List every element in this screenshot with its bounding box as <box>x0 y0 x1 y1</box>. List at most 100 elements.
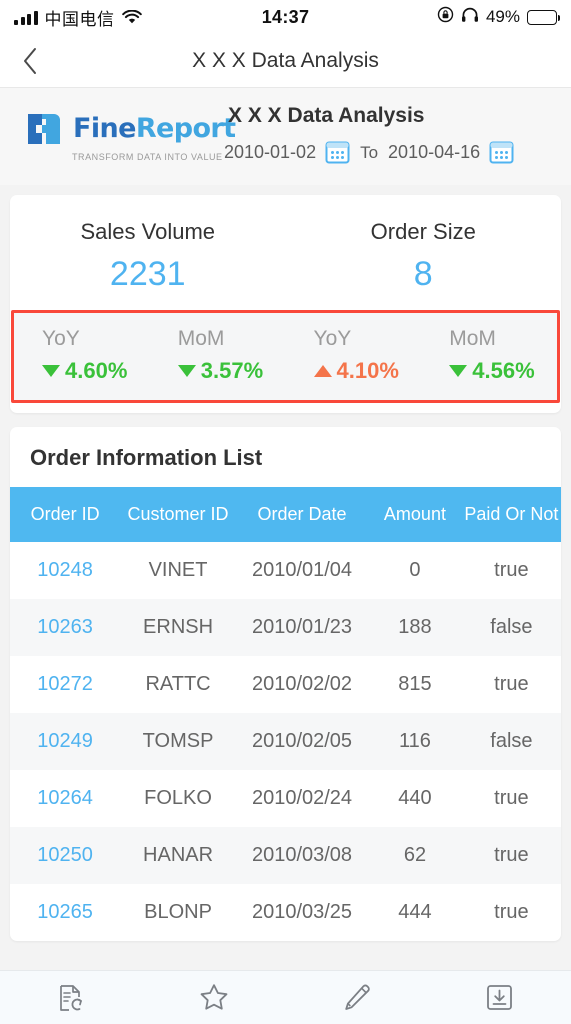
amount-cell: 116 <box>399 730 431 752</box>
order-id-link[interactable]: 10264 <box>10 770 120 827</box>
paid-cell: false <box>490 730 533 752</box>
delta-percent: 3.57% <box>200 358 264 383</box>
table-column-header[interactable]: Customer ID <box>120 487 236 542</box>
delta-label: YoY <box>313 327 352 350</box>
table-row: 10248 VINET 2010/01/04 0 true <box>10 542 561 599</box>
date-range-filter: 2010-01-02 To 2010-04-16 <box>224 140 514 165</box>
delta-percent: 4.10% <box>336 358 399 383</box>
favorite-button[interactable] <box>143 971 286 1024</box>
delta-label: MoM <box>177 327 225 350</box>
amount-cell: 0 <box>409 559 421 581</box>
amount-cell: 815 <box>398 673 432 695</box>
table-row: 10249 TOMSP 2010/02/05 116 false <box>10 713 561 770</box>
delta-cell: MoM 4.56% <box>421 327 557 384</box>
table-header-row: Order ID Customer ID Order Date Amount Paid … <box>10 487 561 542</box>
wifi-icon <box>121 9 142 25</box>
arrow-up-icon <box>313 365 332 377</box>
paid-cell: false <box>490 616 533 638</box>
logo-wordmark: FineReport <box>73 113 236 144</box>
delta-value: 3.57% <box>177 358 286 384</box>
order-date-cell: 2010/02/02 <box>251 673 353 695</box>
paid-cell: true <box>494 844 529 866</box>
customer-id-cell: BLONP <box>144 901 212 923</box>
table-row: 10263 ERNSH 2010/01/23 188 false <box>10 599 561 656</box>
arrow-down-icon <box>42 365 60 377</box>
order-id-link[interactable]: 10265 <box>10 884 120 941</box>
delta-percent: 4.60% <box>65 358 128 383</box>
delta-value: 4.10% <box>313 358 422 384</box>
kpi-value: 2231 <box>109 255 186 293</box>
customer-id-cell: HANAR <box>143 844 214 866</box>
edit-button[interactable] <box>286 971 429 1024</box>
order-id-link[interactable]: 10263 <box>10 599 120 656</box>
order-id-link[interactable]: 10272 <box>10 656 120 713</box>
table-column-header[interactable]: Amount <box>368 487 462 542</box>
kpi-value: 8 <box>413 255 433 293</box>
finereport-logo-icon <box>28 113 60 144</box>
logo-tagline: TRANSFORM DATA INTO VALUE <box>72 151 223 162</box>
logo-word-fine: Fine <box>73 113 136 144</box>
customer-id-cell: ERNSH <box>143 616 214 638</box>
delta-percent: 4.56% <box>472 358 535 383</box>
paid-cell: true <box>494 673 529 695</box>
order-id-link[interactable]: 10249 <box>10 713 120 770</box>
date-from-value[interactable]: 2010-01-02 <box>224 142 316 163</box>
arrow-down-icon <box>177 365 196 377</box>
calendar-icon[interactable] <box>489 140 514 165</box>
date-to-value[interactable]: 2010-04-16 <box>388 142 480 163</box>
table-row: 10265 BLONP 2010/03/25 444 true <box>10 884 561 941</box>
amount-cell: 440 <box>398 787 432 809</box>
customer-id-cell: VINET <box>148 559 208 581</box>
chevron-left-icon <box>23 47 36 74</box>
table-body: 10248 VINET 2010/01/04 0 true 10263 ERNSH 2010/… <box>10 542 561 941</box>
order-id-link[interactable]: 10250 <box>10 827 120 884</box>
delta-cell: YoY 4.10% <box>286 327 422 384</box>
logo-word-report: Report <box>135 113 236 144</box>
kpi-card: Sales Volume Order Size 2231 8 YoY 4.60% MoM… <box>10 195 561 413</box>
page-title: X X X Data Analysis <box>192 48 379 72</box>
table-row: 10250 HANAR 2010/03/08 62 true <box>10 827 561 884</box>
download-icon <box>487 985 513 1010</box>
paid-cell: true <box>494 559 529 581</box>
star-icon <box>200 984 228 1010</box>
customer-id-cell: FOLKO <box>144 787 212 809</box>
battery-percent-label: 49% <box>485 7 520 26</box>
order-id-link[interactable]: 10248 <box>10 542 120 599</box>
customer-id-cell: RATTC <box>145 673 211 695</box>
paid-cell: true <box>494 787 529 809</box>
signal-bars-icon <box>14 10 38 25</box>
bottom-toolbar <box>0 970 571 1024</box>
app-screen: 中国电信 14:37 49% X X X Data Analysis FineR… <box>0 0 571 1024</box>
kpi-label-row: Sales Volume Order Size <box>10 195 561 245</box>
table-column-header[interactable]: Paid Or Not <box>461 487 561 542</box>
status-bar-left: 中国电信 <box>14 5 142 30</box>
table-column-header[interactable]: Order ID <box>10 487 121 542</box>
carrier-label: 中国电信 <box>44 9 115 30</box>
amount-cell: 444 <box>398 901 432 923</box>
order-table-title: Order Information List <box>30 445 263 470</box>
delta-value: 4.56% <box>449 358 557 384</box>
kpi-label: Sales Volume <box>80 219 216 244</box>
pencil-icon <box>345 984 371 1010</box>
report-header: FineReport TRANSFORM DATA INTO VALUE X X… <box>0 88 571 185</box>
delta-cell: MoM 3.57% <box>150 327 286 384</box>
customer-id-cell: TOMSP <box>142 730 214 752</box>
order-date-cell: 2010/01/04 <box>251 559 353 581</box>
order-date-cell: 2010/01/23 <box>251 616 353 638</box>
download-button[interactable] <box>428 971 571 1024</box>
amount-cell: 188 <box>398 616 432 638</box>
refresh-report-button[interactable] <box>0 971 143 1024</box>
delta-highlight-box: YoY 4.60% MoM 3.57% YoY 4.10% MoM 4.56% <box>11 310 560 403</box>
order-date-cell: 2010/02/24 <box>251 787 353 809</box>
date-to-label: To <box>360 142 379 162</box>
delta-row: YoY 4.60% MoM 3.57% YoY 4.10% MoM 4.56% <box>14 313 557 400</box>
table-column-header[interactable]: Order Date <box>235 487 369 542</box>
nav-bar: X X X Data Analysis <box>0 34 571 88</box>
order-table-card: Order Information List Order ID Customer … <box>10 427 561 941</box>
paid-cell: true <box>494 901 529 923</box>
calendar-icon[interactable] <box>325 140 350 165</box>
delta-cell: YoY 4.60% <box>14 327 150 384</box>
rotation-lock-icon <box>437 6 454 28</box>
table-row: 10272 RATTC 2010/02/02 815 true <box>10 656 561 713</box>
back-button[interactable] <box>0 34 60 87</box>
